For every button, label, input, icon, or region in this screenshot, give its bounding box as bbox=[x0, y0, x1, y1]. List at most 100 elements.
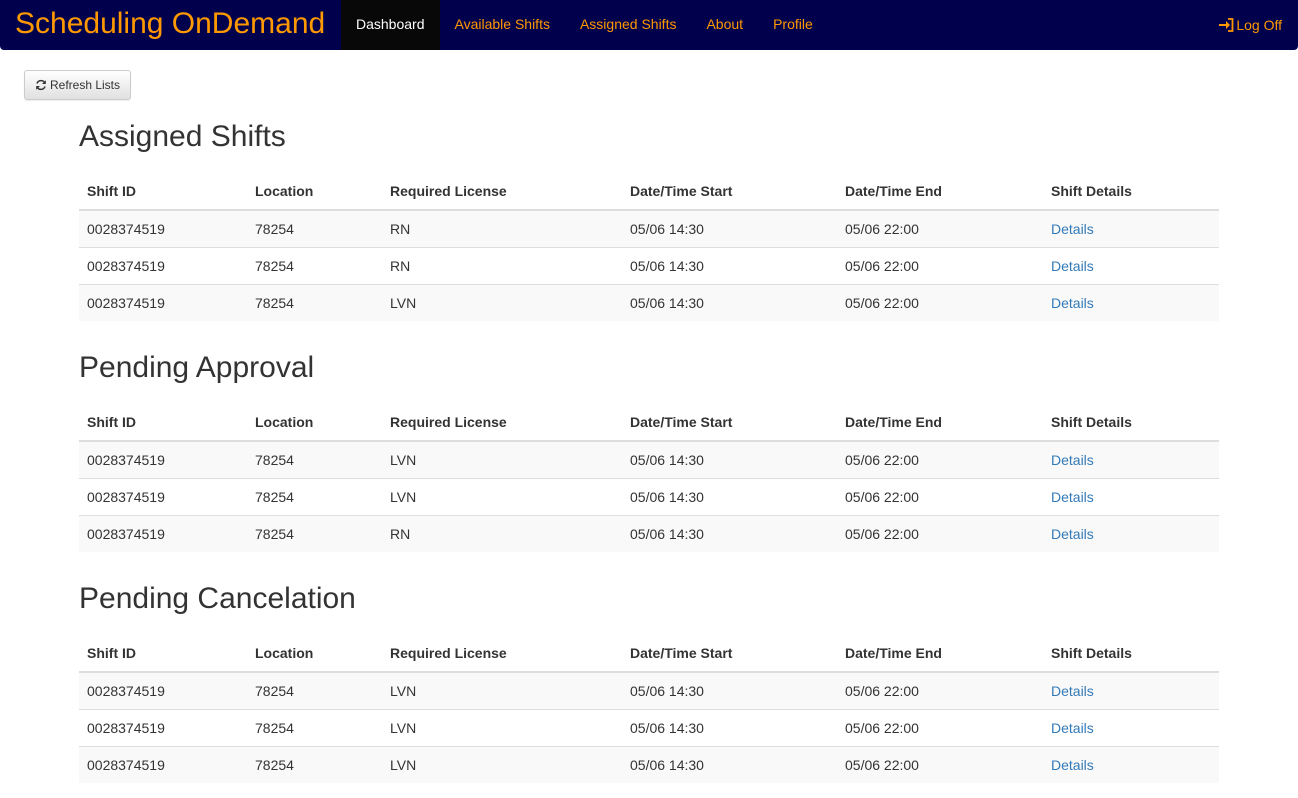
details-link[interactable]: Details bbox=[1051, 295, 1094, 311]
shift-id: 0028374519 bbox=[79, 708, 247, 746]
section-title: Assigned Shifts bbox=[79, 120, 286, 153]
table-header-row: Shift ID Location Required License Date/… bbox=[79, 404, 1219, 442]
location: 78254 bbox=[247, 708, 382, 746]
assigned-shifts-table: Shift ID Location Required License Date/… bbox=[79, 173, 1219, 321]
table-row: 0028374519 78254 RN 05/06 14:30 05/06 22… bbox=[79, 210, 1219, 247]
location: 78254 bbox=[247, 246, 382, 284]
location: 78254 bbox=[247, 477, 382, 515]
datetime-end: 05/06 22:00 bbox=[837, 514, 1043, 552]
refresh-icon bbox=[36, 79, 46, 91]
datetime-start: 05/06 14:30 bbox=[622, 477, 837, 515]
nav-assigned-shifts[interactable]: Assigned Shifts bbox=[565, 0, 692, 50]
details-cell: Details bbox=[1043, 745, 1219, 783]
section-title: Pending Cancelation bbox=[79, 582, 356, 615]
col-datetime-end: Date/Time End bbox=[837, 404, 1043, 442]
datetime-start: 05/06 14:30 bbox=[622, 246, 837, 284]
datetime-start: 05/06 14:30 bbox=[622, 514, 837, 552]
assigned-shifts-section: Assigned Shifts Shift ID Location Requir… bbox=[79, 117, 1219, 321]
table-row: 0028374519 78254 LVN 05/06 14:30 05/06 2… bbox=[79, 745, 1219, 783]
nav-dashboard[interactable]: Dashboard bbox=[341, 0, 440, 50]
col-shift-details: Shift Details bbox=[1043, 173, 1219, 211]
datetime-start: 05/06 14:30 bbox=[622, 708, 837, 746]
shift-id: 0028374519 bbox=[79, 745, 247, 783]
required-license: LVN bbox=[382, 745, 622, 783]
datetime-end: 05/06 22:00 bbox=[837, 477, 1043, 515]
col-datetime-end: Date/Time End bbox=[837, 635, 1043, 673]
shift-id: 0028374519 bbox=[79, 441, 247, 478]
details-link[interactable]: Details bbox=[1051, 683, 1094, 699]
location: 78254 bbox=[247, 441, 382, 478]
required-license: LVN bbox=[382, 441, 622, 478]
table-row: 0028374519 78254 LVN 05/06 14:30 05/06 2… bbox=[79, 708, 1219, 746]
shift-id: 0028374519 bbox=[79, 246, 247, 284]
main-nav: Dashboard Available Shifts Assigned Shif… bbox=[341, 0, 828, 50]
location: 78254 bbox=[247, 283, 382, 321]
col-shift-details: Shift Details bbox=[1043, 404, 1219, 442]
table-row: 0028374519 78254 LVN 05/06 14:30 05/06 2… bbox=[79, 477, 1219, 515]
col-shift-id: Shift ID bbox=[79, 404, 247, 442]
col-required-license: Required License bbox=[382, 173, 622, 211]
brand-logo[interactable]: Scheduling OnDemand bbox=[15, 0, 325, 50]
details-link[interactable]: Details bbox=[1051, 452, 1094, 468]
details-cell: Details bbox=[1043, 441, 1219, 478]
col-required-license: Required License bbox=[382, 635, 622, 673]
table-row: 0028374519 78254 RN 05/06 14:30 05/06 22… bbox=[79, 514, 1219, 552]
datetime-end: 05/06 22:00 bbox=[837, 708, 1043, 746]
datetime-start: 05/06 14:30 bbox=[622, 672, 837, 709]
table-row: 0028374519 78254 LVN 05/06 14:30 05/06 2… bbox=[79, 672, 1219, 709]
logoff-link[interactable]: Log Off bbox=[1218, 0, 1282, 50]
datetime-start: 05/06 14:30 bbox=[622, 210, 837, 247]
log-in-icon bbox=[1219, 18, 1234, 32]
details-link[interactable]: Details bbox=[1051, 720, 1094, 736]
required-license: RN bbox=[382, 246, 622, 284]
details-link[interactable]: Details bbox=[1051, 526, 1094, 542]
col-location: Location bbox=[247, 635, 382, 673]
datetime-end: 05/06 22:00 bbox=[837, 745, 1043, 783]
details-link[interactable]: Details bbox=[1051, 221, 1094, 237]
required-license: LVN bbox=[382, 477, 622, 515]
shift-id: 0028374519 bbox=[79, 477, 247, 515]
col-location: Location bbox=[247, 173, 382, 211]
details-cell: Details bbox=[1043, 477, 1219, 515]
datetime-start: 05/06 14:30 bbox=[622, 283, 837, 321]
details-cell: Details bbox=[1043, 672, 1219, 709]
refresh-lists-button[interactable]: Refresh Lists bbox=[24, 70, 131, 100]
col-location: Location bbox=[247, 404, 382, 442]
nav-profile[interactable]: Profile bbox=[758, 0, 828, 50]
datetime-end: 05/06 22:00 bbox=[837, 210, 1043, 247]
pending-approval-section: Pending Approval Shift ID Location Requi… bbox=[79, 348, 1219, 552]
col-shift-details: Shift Details bbox=[1043, 635, 1219, 673]
datetime-end: 05/06 22:00 bbox=[837, 441, 1043, 478]
required-license: RN bbox=[382, 210, 622, 247]
pending-cancelation-table: Shift ID Location Required License Date/… bbox=[79, 635, 1219, 783]
pending-cancelation-section: Pending Cancelation Shift ID Location Re… bbox=[79, 579, 1219, 783]
col-datetime-start: Date/Time Start bbox=[622, 635, 837, 673]
required-license: LVN bbox=[382, 672, 622, 709]
details-cell: Details bbox=[1043, 514, 1219, 552]
section-title: Pending Approval bbox=[79, 351, 315, 384]
details-link[interactable]: Details bbox=[1051, 757, 1094, 773]
details-link[interactable]: Details bbox=[1051, 258, 1094, 274]
col-shift-id: Shift ID bbox=[79, 173, 247, 211]
location: 78254 bbox=[247, 745, 382, 783]
table-row: 0028374519 78254 LVN 05/06 14:30 05/06 2… bbox=[79, 441, 1219, 478]
details-cell: Details bbox=[1043, 708, 1219, 746]
location: 78254 bbox=[247, 672, 382, 709]
location: 78254 bbox=[247, 210, 382, 247]
nav-available-shifts[interactable]: Available Shifts bbox=[440, 0, 565, 50]
details-link[interactable]: Details bbox=[1051, 489, 1094, 505]
required-license: LVN bbox=[382, 708, 622, 746]
col-required-license: Required License bbox=[382, 404, 622, 442]
pending-approval-table: Shift ID Location Required License Date/… bbox=[79, 404, 1219, 552]
table-header-row: Shift ID Location Required License Date/… bbox=[79, 173, 1219, 211]
col-datetime-start: Date/Time Start bbox=[622, 173, 837, 211]
datetime-end: 05/06 22:00 bbox=[837, 283, 1043, 321]
table-row: 0028374519 78254 LVN 05/06 14:30 05/06 2… bbox=[79, 283, 1219, 321]
nav-about[interactable]: About bbox=[691, 0, 758, 50]
col-datetime-end: Date/Time End bbox=[837, 173, 1043, 211]
details-cell: Details bbox=[1043, 246, 1219, 284]
shift-id: 0028374519 bbox=[79, 210, 247, 247]
details-cell: Details bbox=[1043, 283, 1219, 321]
table-header-row: Shift ID Location Required License Date/… bbox=[79, 635, 1219, 673]
table-row: 0028374519 78254 RN 05/06 14:30 05/06 22… bbox=[79, 246, 1219, 284]
